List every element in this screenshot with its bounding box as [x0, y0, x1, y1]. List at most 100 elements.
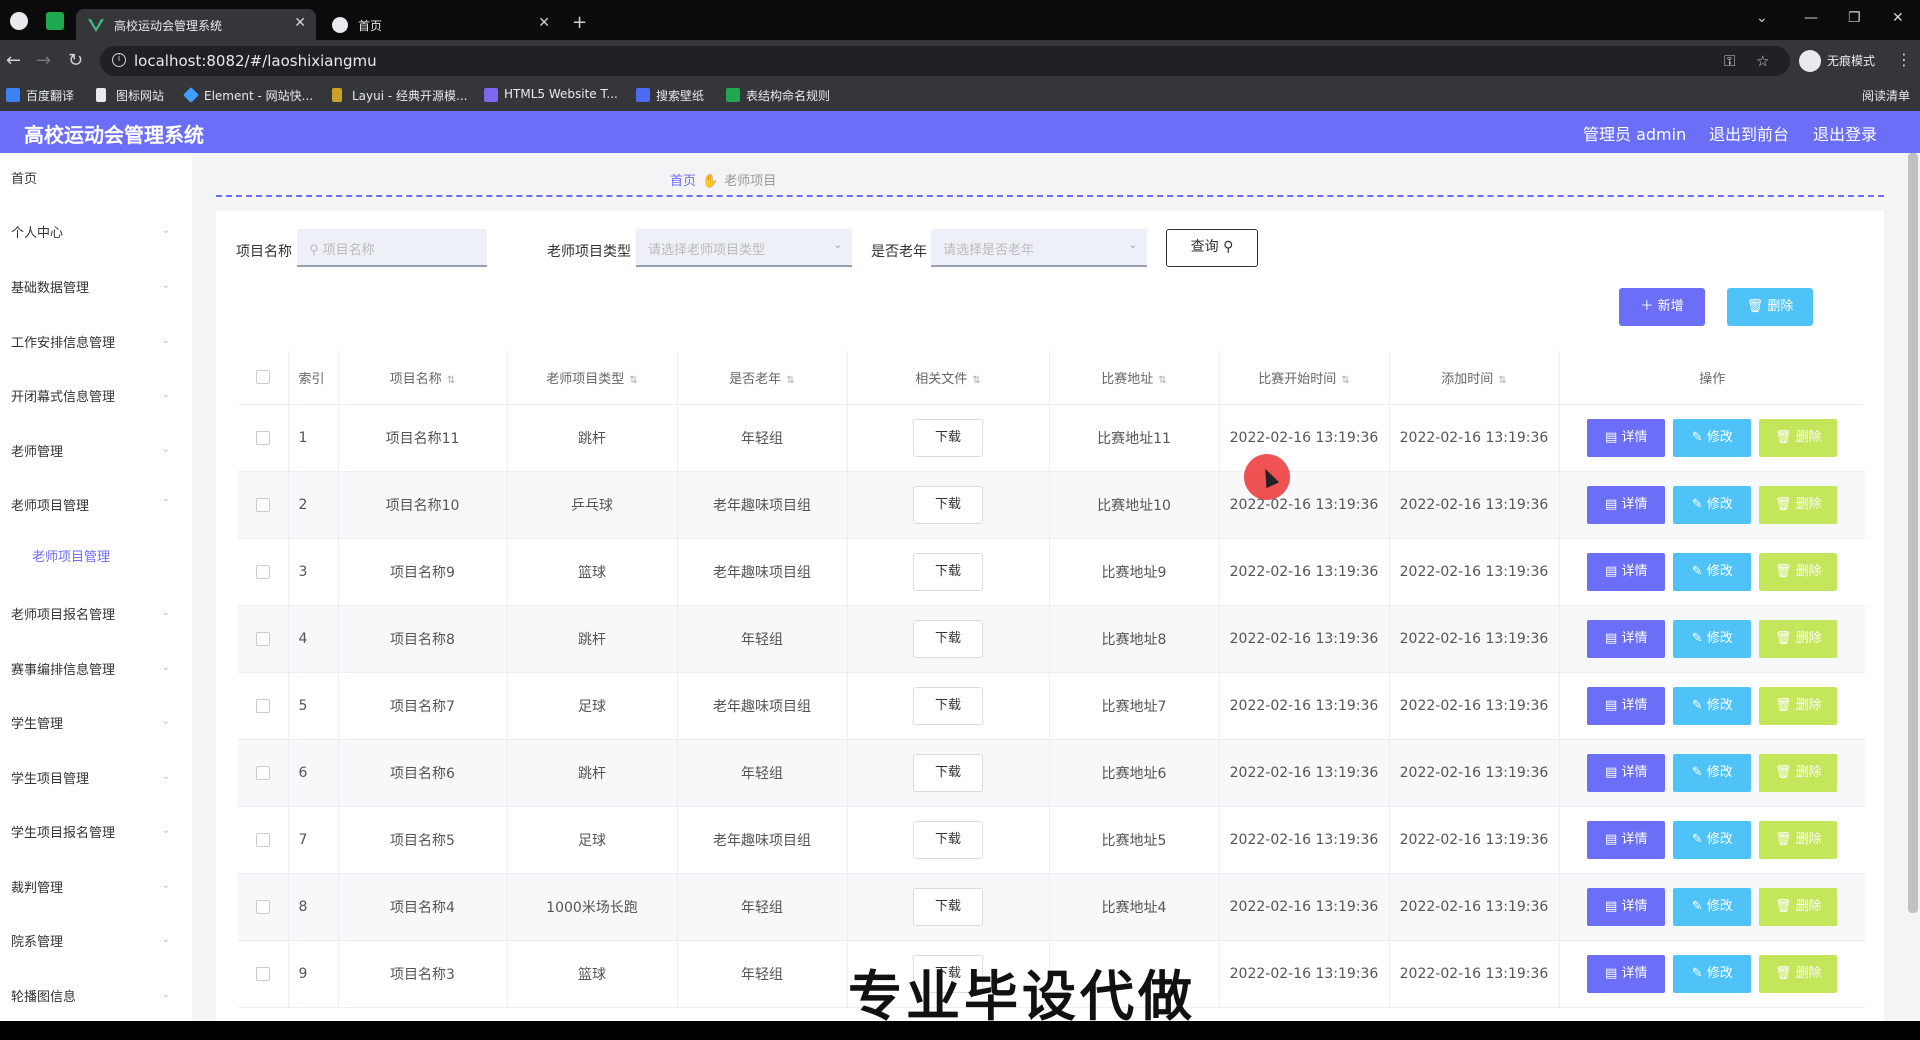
detail-button[interactable]: ▤ 详情: [1587, 820, 1666, 859]
bookmark-item[interactable]: Layui - 经典开源模...: [332, 87, 467, 104]
delete-button[interactable]: 🗑 删除: [1759, 753, 1838, 792]
delete-button[interactable]: 🗑 删除: [1759, 552, 1838, 591]
tab-search-icon[interactable]: ⌄: [1756, 10, 1768, 26]
close-icon[interactable]: ✕: [294, 15, 306, 31]
back-icon[interactable]: ←: [6, 50, 21, 71]
edit-button[interactable]: ✎ 修改: [1673, 686, 1752, 725]
logout-link[interactable]: 退出登录: [1813, 121, 1877, 145]
row-checkbox[interactable]: [255, 497, 270, 512]
tab-app[interactable]: 高校运动会管理系统 ✕: [76, 9, 316, 40]
sidebar-item-departments[interactable]: 院系管理 ⌄: [0, 916, 192, 970]
edit-button[interactable]: ✎ 修改: [1673, 485, 1752, 524]
info-icon[interactable]: i: [112, 53, 126, 67]
edit-button[interactable]: ✎ 修改: [1673, 887, 1752, 926]
edit-button[interactable]: ✎ 修改: [1673, 552, 1752, 591]
bookmark-item[interactable]: 图标网站: [96, 87, 164, 104]
sort-icon[interactable]: ⇅: [1498, 375, 1506, 386]
sidebar-item-event-arrangement[interactable]: 赛事编排信息管理 ⌄: [0, 644, 192, 698]
new-tab-icon[interactable]: +: [572, 12, 587, 33]
type-select[interactable]: 请选择老师项目类型 ⌄: [636, 229, 852, 267]
download-button[interactable]: 下载: [913, 418, 983, 457]
globe-icon[interactable]: [10, 12, 28, 30]
sidebar-item-students[interactable]: 学生管理 ⌄: [0, 698, 192, 752]
elder-select[interactable]: 请选择是否老年 ⌄: [931, 229, 1147, 267]
minimize-icon[interactable]: —: [1804, 10, 1818, 26]
row-checkbox[interactable]: [255, 832, 270, 847]
restore-icon[interactable]: ❐: [1848, 10, 1861, 26]
url-field[interactable]: i localhost:8082/#/laoshixiangmu ⚿ ☆: [100, 46, 1790, 76]
edit-button[interactable]: ✎ 修改: [1673, 820, 1752, 859]
edit-button[interactable]: ✎ 修改: [1673, 418, 1752, 457]
sort-icon[interactable]: ⇅: [447, 375, 455, 386]
delete-button[interactable]: 🗑 删除: [1759, 686, 1838, 725]
sort-icon[interactable]: ⇅: [1341, 375, 1349, 386]
reload-icon[interactable]: ↻: [68, 50, 83, 71]
sidebar-item-student-projects[interactable]: 学生项目管理 ⌄: [0, 753, 192, 807]
detail-button[interactable]: ▤ 详情: [1587, 485, 1666, 524]
sidebar-item-carousel[interactable]: 轮播图信息 ⌄: [0, 971, 192, 1025]
bookmark-item[interactable]: 搜索壁纸: [636, 87, 704, 104]
row-checkbox[interactable]: [255, 899, 270, 914]
col-start[interactable]: 比赛开始时间 ⇅: [1219, 351, 1390, 405]
download-button[interactable]: 下载: [913, 619, 983, 658]
delete-button[interactable]: 🗑 删除: [1759, 887, 1838, 926]
bookmark-item[interactable]: 百度翻译: [6, 87, 74, 104]
sidebar-item-referees[interactable]: 裁判管理 ⌄: [0, 862, 192, 916]
row-checkbox[interactable]: [255, 698, 270, 713]
search-button[interactable]: 查询 ⚲: [1166, 229, 1258, 267]
sidebar-subitem-teacher-projects[interactable]: 老师项目管理: [0, 531, 192, 585]
delete-button[interactable]: 🗑 删除: [1759, 954, 1838, 993]
download-button[interactable]: 下载: [913, 887, 983, 926]
page-scrollbar[interactable]: [1908, 153, 1918, 913]
forward-icon[interactable]: →: [36, 50, 51, 71]
bookmark-item[interactable]: HTML5 Website T...: [484, 87, 618, 102]
col-added[interactable]: 添加时间 ⇅: [1389, 351, 1560, 405]
incognito-profile[interactable]: 无痕模式: [1795, 48, 1885, 74]
delete-button[interactable]: 🗑 删除: [1759, 485, 1838, 524]
key-icon[interactable]: ⚿: [1724, 52, 1735, 70]
sidebar-item-work-schedule[interactable]: 工作安排信息管理 ⌄: [0, 317, 192, 371]
star-icon[interactable]: ☆: [1756, 52, 1769, 70]
reading-list[interactable]: 阅读清单: [1840, 87, 1910, 104]
batch-delete-button[interactable]: 🗑 删除: [1727, 288, 1813, 326]
sheet-icon[interactable]: [46, 12, 64, 30]
delete-button[interactable]: 🗑 删除: [1759, 619, 1838, 658]
edit-button[interactable]: ✎ 修改: [1673, 619, 1752, 658]
detail-button[interactable]: ▤ 详情: [1587, 418, 1666, 457]
sidebar-item-basic-data[interactable]: 基础数据管理 ⌄: [0, 262, 192, 316]
row-checkbox[interactable]: [255, 765, 270, 780]
col-type[interactable]: 老师项目类型 ⇅: [507, 351, 678, 405]
col-address[interactable]: 比赛地址 ⇅: [1049, 351, 1220, 405]
detail-button[interactable]: ▤ 详情: [1587, 619, 1666, 658]
detail-button[interactable]: ▤ 详情: [1587, 954, 1666, 993]
sidebar-item-home[interactable]: 首页: [0, 153, 192, 207]
col-elder[interactable]: 是否老年 ⇅: [677, 351, 848, 405]
sidebar-item-profile[interactable]: 个人中心 ⌄: [0, 207, 192, 261]
breadcrumb-home[interactable]: 首页: [670, 174, 696, 189]
tab-home[interactable]: 首页 ✕: [320, 9, 560, 40]
row-checkbox[interactable]: [255, 631, 270, 646]
detail-button[interactable]: ▤ 详情: [1587, 753, 1666, 792]
sort-icon[interactable]: ⇅: [1158, 375, 1166, 386]
sidebar-item-teachers[interactable]: 老师管理 ⌄: [0, 426, 192, 480]
add-button[interactable]: ＋ 新增: [1619, 288, 1705, 326]
download-button[interactable]: 下载: [913, 485, 983, 524]
sort-icon[interactable]: ⇅: [972, 375, 980, 386]
detail-button[interactable]: ▤ 详情: [1587, 686, 1666, 725]
sidebar-item-teacher-projects[interactable]: 老师项目管理 ⌃: [0, 480, 192, 534]
menu-icon[interactable]: ⋮: [1896, 50, 1912, 69]
sidebar-item-student-signup[interactable]: 学生项目报名管理 ⌄: [0, 807, 192, 861]
row-checkbox[interactable]: [255, 430, 270, 445]
close-icon[interactable]: ✕: [538, 15, 550, 31]
row-checkbox[interactable]: [255, 966, 270, 981]
bookmark-item[interactable]: Element - 网站快...: [183, 87, 313, 104]
sidebar-item-ceremony[interactable]: 开闭幕式信息管理 ⌄: [0, 371, 192, 425]
col-file[interactable]: 相关文件 ⇅: [847, 351, 1050, 405]
edit-button[interactable]: ✎ 修改: [1673, 954, 1752, 993]
detail-button[interactable]: ▤ 详情: [1587, 552, 1666, 591]
delete-button[interactable]: 🗑 删除: [1759, 820, 1838, 859]
sidebar-item-teacher-signup[interactable]: 老师项目报名管理 ⌄: [0, 589, 192, 643]
delete-button[interactable]: 🗑 删除: [1759, 418, 1838, 457]
edit-button[interactable]: ✎ 修改: [1673, 753, 1752, 792]
detail-button[interactable]: ▤ 详情: [1587, 887, 1666, 926]
